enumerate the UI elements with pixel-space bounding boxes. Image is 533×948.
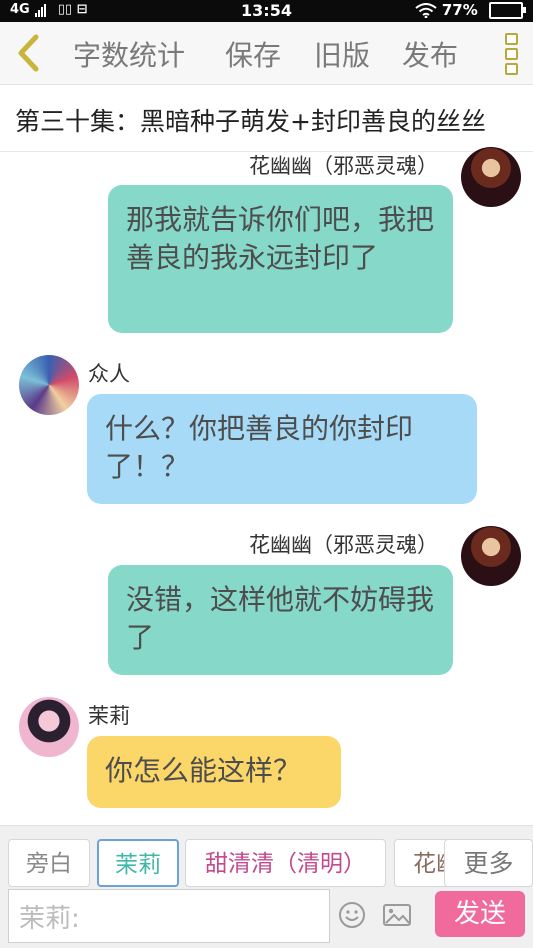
avatar-huayouyou[interactable] bbox=[461, 147, 521, 207]
battery-percent: 77% bbox=[441, 1, 478, 19]
emoji-icon[interactable] bbox=[338, 901, 366, 929]
role-selector-bar: 旁白 茉莉 甜清清（清明） 花幽 更多 bbox=[0, 825, 533, 890]
speaker-name: 花幽幽（邪恶灵魂） bbox=[249, 154, 438, 178]
input-bar: 茉莉: 发送 bbox=[0, 889, 533, 948]
chat-bubble[interactable]: 什么？你把善良的你封印了！？ bbox=[87, 394, 477, 504]
chat-bubble[interactable]: 没错，这样他就不妨碍我了 bbox=[108, 565, 453, 675]
chapter-title-bar[interactable]: 第三十集：黑暗种子萌发+封印善良的丝丝 bbox=[0, 85, 533, 152]
image-icon[interactable] bbox=[382, 901, 412, 929]
more-roles-button[interactable]: 更多 bbox=[444, 839, 533, 887]
save-button[interactable]: 保存 bbox=[225, 34, 281, 74]
chapter-title: 第三十集：黑暗种子萌发+封印善良的丝丝 bbox=[15, 107, 486, 136]
speaker-name: 花幽幽（邪恶灵魂） bbox=[249, 533, 438, 557]
wifi-icon bbox=[415, 1, 442, 19]
avatar-crowd[interactable] bbox=[19, 355, 79, 415]
old-version-button[interactable]: 旧版 bbox=[314, 34, 370, 74]
more-menu-icon[interactable] bbox=[505, 33, 519, 75]
word-count-button[interactable]: 字数统计 bbox=[73, 34, 185, 74]
chat-bubble[interactable]: 你怎么能这样？ bbox=[87, 736, 341, 808]
role-narrator[interactable]: 旁白 bbox=[8, 839, 90, 887]
battery-icon bbox=[489, 2, 526, 19]
speaker-name: 众人 bbox=[88, 362, 130, 386]
battery-indicator: 77% bbox=[415, 1, 526, 19]
send-button[interactable]: 发送 bbox=[435, 891, 525, 937]
top-nav: 字数统计 保存 旧版 发布 bbox=[0, 22, 533, 85]
avatar-moli[interactable] bbox=[19, 697, 79, 757]
role-tianqingqing[interactable]: 甜清清（清明） bbox=[185, 839, 386, 887]
publish-button[interactable]: 发布 bbox=[402, 34, 458, 74]
status-bar: 4G ▯▯ ⊟ 13:54 77% bbox=[0, 0, 533, 22]
message-input[interactable]: 茉莉: bbox=[8, 889, 330, 943]
avatar-huayouyou[interactable] bbox=[461, 526, 521, 586]
back-icon[interactable] bbox=[14, 34, 44, 72]
role-moli[interactable]: 茉莉 bbox=[97, 839, 179, 887]
speaker-name: 茉莉 bbox=[88, 704, 130, 728]
chat-bubble[interactable]: 那我就告诉你们吧，我把善良的我永远封印了 bbox=[108, 185, 453, 333]
